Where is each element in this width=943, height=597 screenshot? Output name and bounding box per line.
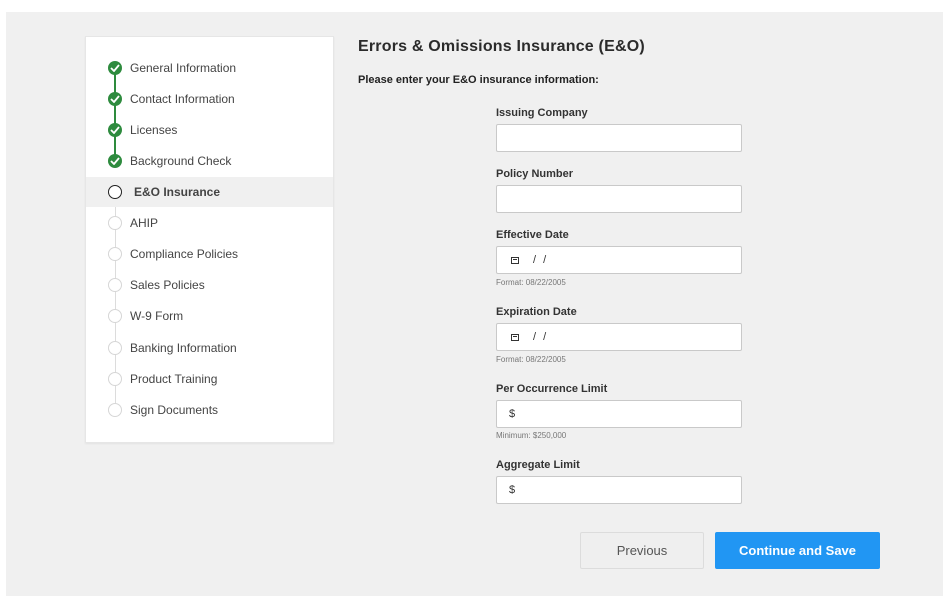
step-banking-information[interactable]: Banking Information [86,333,333,363]
step-label: W-9 Form [130,309,184,323]
check-circle-icon [108,61,122,75]
expiration-date-label: Expiration Date [496,306,577,318]
step-label: Sign Documents [130,403,219,417]
expiration-date-input[interactable]: / / [496,323,742,351]
step-general-information[interactable]: General Information [86,53,333,83]
effective-date-input[interactable]: / / [496,246,742,274]
circle-outline-icon [108,372,122,386]
step-contact-information[interactable]: Contact Information [86,84,333,114]
step-label: Contact Information [130,92,235,106]
step-label: Licenses [130,123,178,137]
page-title: Errors & Omissions Insurance (E&O) [358,38,645,55]
step-label: Product Training [130,372,218,386]
step-sales-policies[interactable]: Sales Policies [86,270,333,300]
per-occurrence-limit-input[interactable]: $ [496,400,742,428]
step-label: E&O Insurance [134,185,221,199]
issuing-company-input[interactable] [496,124,742,152]
circle-outline-icon [108,216,122,230]
step-label: Background Check [130,154,232,168]
calendar-icon[interactable] [511,333,519,341]
aggregate-limit-input[interactable]: $ [496,476,742,504]
step-ahip[interactable]: AHIP [86,208,333,238]
step-sign-documents[interactable]: Sign Documents [86,395,333,425]
per-occurrence-limit-label: Per Occurrence Limit [496,383,608,395]
effective-date-hint: Format: 08/22/2005 [496,278,566,287]
per-occurrence-limit-hint: Minimum: $250,000 [496,431,567,440]
step-label: AHIP [130,216,159,230]
continue-and-save-button[interactable]: Continue and Save [715,532,880,569]
calendar-icon[interactable] [511,256,519,264]
step-licenses[interactable]: Licenses [86,115,333,145]
progress-stepper: General Information Contact Information … [85,36,334,443]
check-circle-icon [108,123,122,137]
step-product-training[interactable]: Product Training [86,364,333,394]
aggregate-limit-label: Aggregate Limit [496,459,580,471]
circle-outline-icon [108,185,122,199]
expiration-date-placeholder: / / [533,331,549,343]
currency-prefix: $ [509,408,516,420]
circle-outline-icon [108,247,122,261]
policy-number-label: Policy Number [496,168,574,180]
step-eo-insurance[interactable]: E&O Insurance [86,177,333,207]
step-w9-form[interactable]: W-9 Form [86,301,333,331]
check-circle-icon [108,92,122,106]
step-label: General Information [130,61,237,75]
step-label: Banking Information [130,341,237,355]
step-compliance-policies[interactable]: Compliance Policies [86,239,333,269]
check-circle-icon [108,154,122,168]
step-background-check[interactable]: Background Check [86,146,333,176]
previous-button[interactable]: Previous [580,532,704,569]
circle-outline-icon [108,341,122,355]
circle-outline-icon [108,278,122,292]
step-label: Compliance Policies [130,247,239,261]
circle-outline-icon [108,309,122,323]
form-instructions: Please enter your E&O insurance informat… [358,74,599,86]
effective-date-label: Effective Date [496,229,569,241]
circle-outline-icon [108,403,122,417]
step-label: Sales Policies [130,278,205,292]
issuing-company-label: Issuing Company [496,107,588,119]
effective-date-placeholder: / / [533,254,549,266]
currency-prefix: $ [509,484,516,496]
policy-number-input[interactable] [496,185,742,213]
expiration-date-hint: Format: 08/22/2005 [496,355,566,364]
